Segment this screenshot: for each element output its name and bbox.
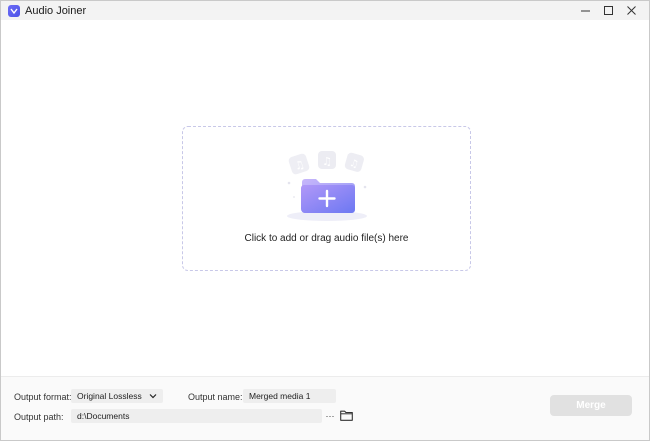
output-name-input[interactable]: Merged media 1 xyxy=(243,389,336,403)
browse-more-button[interactable]: ··· xyxy=(324,409,336,423)
maximize-button[interactable] xyxy=(597,1,620,20)
output-path-input[interactable]: d:\Documents xyxy=(71,409,322,423)
output-settings-panel: Output format: Original Lossless Output … xyxy=(1,377,649,440)
maximize-icon xyxy=(604,6,613,15)
output-name-value: Merged media 1 xyxy=(249,391,311,401)
chevron-down-icon xyxy=(149,394,157,399)
minimize-button[interactable] xyxy=(574,1,597,20)
add-files-dropzone[interactable]: ♫ ♫ ♫ Click to add or drag audio file(s)… xyxy=(182,126,471,271)
app-window: Audio Joiner ♫ ♫ ♫ Click to add or drag … xyxy=(0,0,650,441)
open-folder-icon[interactable] xyxy=(340,410,353,421)
output-name-label: Output name: xyxy=(188,392,243,402)
add-audio-illustration-icon: ♫ ♫ ♫ xyxy=(287,151,367,221)
title-bar[interactable]: Audio Joiner xyxy=(1,1,649,20)
output-path-value: d:\Documents xyxy=(77,411,130,421)
output-format-label: Output format: xyxy=(14,392,72,402)
minimize-icon xyxy=(581,10,590,12)
app-logo-icon xyxy=(8,4,20,17)
dropzone-hint: Click to add or drag audio file(s) here xyxy=(244,233,409,244)
window-title: Audio Joiner xyxy=(25,4,87,17)
window-controls xyxy=(574,1,643,20)
svg-text:♫: ♫ xyxy=(322,155,332,168)
merge-button[interactable]: Merge xyxy=(550,395,632,416)
output-format-value: Original Lossless xyxy=(77,391,142,401)
output-format-select[interactable]: Original Lossless xyxy=(71,389,163,403)
close-button[interactable] xyxy=(620,1,643,20)
close-icon xyxy=(627,6,636,15)
output-path-label: Output path: xyxy=(14,412,64,422)
